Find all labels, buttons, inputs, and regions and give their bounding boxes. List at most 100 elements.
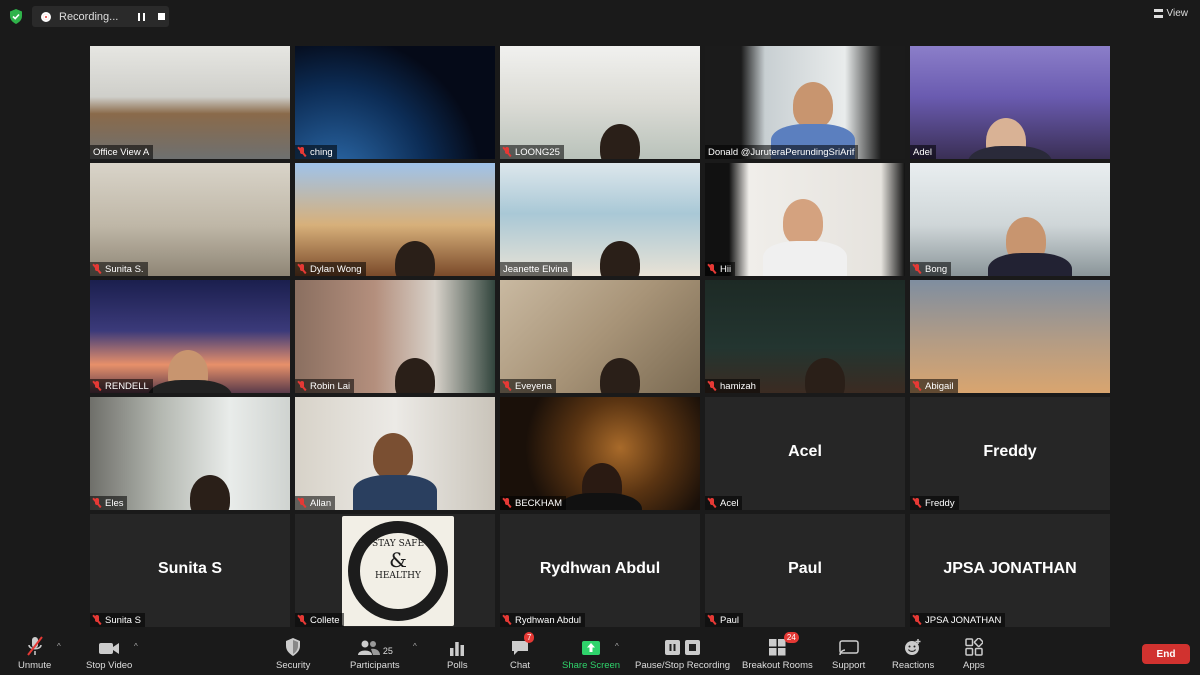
share-options-caret-icon[interactable]: ^: [615, 642, 619, 651]
participant-tile[interactable]: Sunita S.: [90, 163, 290, 276]
security-button[interactable]: Security: [276, 636, 310, 671]
pause-stop-recording-label: Pause/Stop Recording: [635, 660, 731, 671]
participant-name-tag: Donald @JuruteraPerundingSriArif: [705, 145, 859, 159]
participant-tile[interactable]: Dylan Wong: [295, 163, 495, 276]
breakout-rooms-label: Breakout Rooms: [742, 660, 813, 671]
participant-tile[interactable]: Eveyena: [500, 280, 700, 393]
muted-mic-icon: [913, 498, 921, 508]
participant-name: Paul: [720, 614, 740, 626]
audio-options-caret-icon[interactable]: ^: [57, 642, 61, 651]
share-screen-label: Share Screen: [562, 660, 621, 671]
participant-tile[interactable]: Donald @JuruteraPerundingSriArif: [705, 46, 905, 159]
participant-tile[interactable]: Sunita S Sunita S: [90, 514, 290, 627]
participant-head: [793, 82, 833, 128]
video-options-caret-icon[interactable]: ^: [134, 642, 138, 651]
participant-video: [90, 163, 290, 276]
recording-dot-icon: [41, 11, 51, 22]
participants-count: 25: [382, 646, 393, 656]
participant-name: LOONG25: [515, 146, 560, 158]
polls-button[interactable]: Polls: [447, 636, 468, 671]
end-meeting-button[interactable]: End: [1142, 644, 1190, 664]
muted-mic-icon: [298, 147, 306, 157]
view-label: View: [1166, 8, 1189, 19]
security-label: Security: [276, 660, 311, 671]
participant-name-tag: BECKHAM: [500, 496, 566, 510]
participant-head: [783, 199, 823, 245]
participant-tile[interactable]: JPSA JONATHAN JPSA JONATHAN: [910, 514, 1110, 627]
stop-recording-button[interactable]: [153, 9, 169, 25]
support-button[interactable]: Support: [832, 636, 865, 671]
participant-tile[interactable]: Acel Acel: [705, 397, 905, 510]
participant-name-tag: Sunita S.: [90, 262, 148, 276]
shield-icon: [285, 636, 301, 656]
participant-name-tag: Jeanette Elvina: [500, 262, 572, 276]
polls-icon: [449, 636, 465, 656]
participant-name-tag: LOONG25: [500, 145, 564, 159]
participant-name: Sunita S: [105, 614, 141, 626]
apps-icon: [965, 636, 983, 656]
participant-name: Bong: [925, 263, 948, 275]
muted-mic-icon: [913, 381, 921, 391]
participant-name: Hii: [720, 263, 732, 275]
participant-name-tag: Bong: [910, 262, 952, 276]
participant-tile[interactable]: Paul Paul: [705, 514, 905, 627]
chat-badge: 7: [524, 632, 535, 643]
participants-button[interactable]: 25 Participants: [350, 636, 400, 671]
muted-mic-icon: [708, 264, 716, 274]
muted-mic-icon: [298, 381, 306, 391]
participant-tile[interactable]: BECKHAM: [500, 397, 700, 510]
support-screen-icon: [838, 636, 859, 656]
participant-tile[interactable]: Robin Lai: [295, 280, 495, 393]
participant-tile[interactable]: Abigail: [910, 280, 1110, 393]
video-camera-icon: [98, 636, 120, 656]
participant-tile[interactable]: Hii: [705, 163, 905, 276]
participants-icon: 25: [357, 636, 393, 656]
participant-tile[interactable]: LOONG25: [500, 46, 700, 159]
chat-icon: 7: [511, 632, 535, 656]
participant-name-tag: Office View A: [90, 145, 154, 159]
breakout-rooms-icon: 24: [768, 632, 799, 656]
participant-tile[interactable]: Office View A: [90, 46, 290, 159]
stop-video-button[interactable]: Stop Video: [86, 636, 132, 671]
participant-name: Robin Lai: [310, 380, 351, 392]
participant-tile[interactable]: ching: [295, 46, 495, 159]
reactions-button[interactable]: Reactions: [892, 636, 934, 671]
pause-icon: [137, 12, 145, 21]
pause-stop-recording-button[interactable]: Pause/Stop Recording: [635, 636, 730, 671]
breakout-badge: 24: [783, 632, 799, 643]
participant-tile[interactable]: hamizah: [705, 280, 905, 393]
share-screen-icon: [581, 636, 601, 656]
participant-video: [90, 46, 290, 159]
poster-text: STAY SAFE & HEALTHY: [369, 538, 427, 604]
participant-tile[interactable]: RENDELL: [90, 280, 290, 393]
stop-video-label: Stop Video: [86, 660, 133, 671]
participant-tile[interactable]: Allan: [295, 397, 495, 510]
view-button[interactable]: View: [1153, 8, 1189, 19]
pause-recording-button[interactable]: [133, 9, 149, 25]
grid-view-icon: [1153, 9, 1163, 18]
security-shield-icon[interactable]: [9, 9, 23, 24]
participants-options-caret-icon[interactable]: ^: [413, 642, 417, 651]
participant-tile[interactable]: Eles: [90, 397, 290, 510]
unmute-label: Unmute: [18, 660, 52, 671]
participant-tile[interactable]: STAY SAFE & HEALTHY Collete: [295, 514, 495, 627]
participant-name-tag: Paul: [705, 613, 744, 627]
share-screen-button[interactable]: Share Screen: [562, 636, 620, 671]
participant-tile[interactable]: Adel: [910, 46, 1110, 159]
meeting-top-bar: Recording... View: [0, 0, 1200, 34]
participant-tile[interactable]: Rydhwan Abdul Rydhwan Abdul: [500, 514, 700, 627]
muted-mic-icon: [298, 498, 306, 508]
participant-tile[interactable]: Jeanette Elvina: [500, 163, 700, 276]
apps-button[interactable]: Apps: [963, 636, 985, 671]
unmute-button[interactable]: Unmute: [18, 636, 51, 671]
gallery-view: Office View A ching LOONG25 Donald @Juruter…: [90, 46, 1110, 628]
participant-name-tag: Allan: [295, 496, 336, 510]
participant-tile[interactable]: Freddy Freddy: [910, 397, 1110, 510]
chat-button[interactable]: 7 Chat: [510, 632, 535, 671]
muted-mic-icon: [503, 615, 511, 625]
breakout-rooms-button[interactable]: 24 Breakout Rooms: [742, 632, 813, 671]
participant-tile[interactable]: Bong: [910, 163, 1110, 276]
muted-mic-icon: [503, 381, 511, 391]
apps-label: Apps: [963, 660, 985, 671]
muted-mic-icon: [708, 498, 716, 508]
